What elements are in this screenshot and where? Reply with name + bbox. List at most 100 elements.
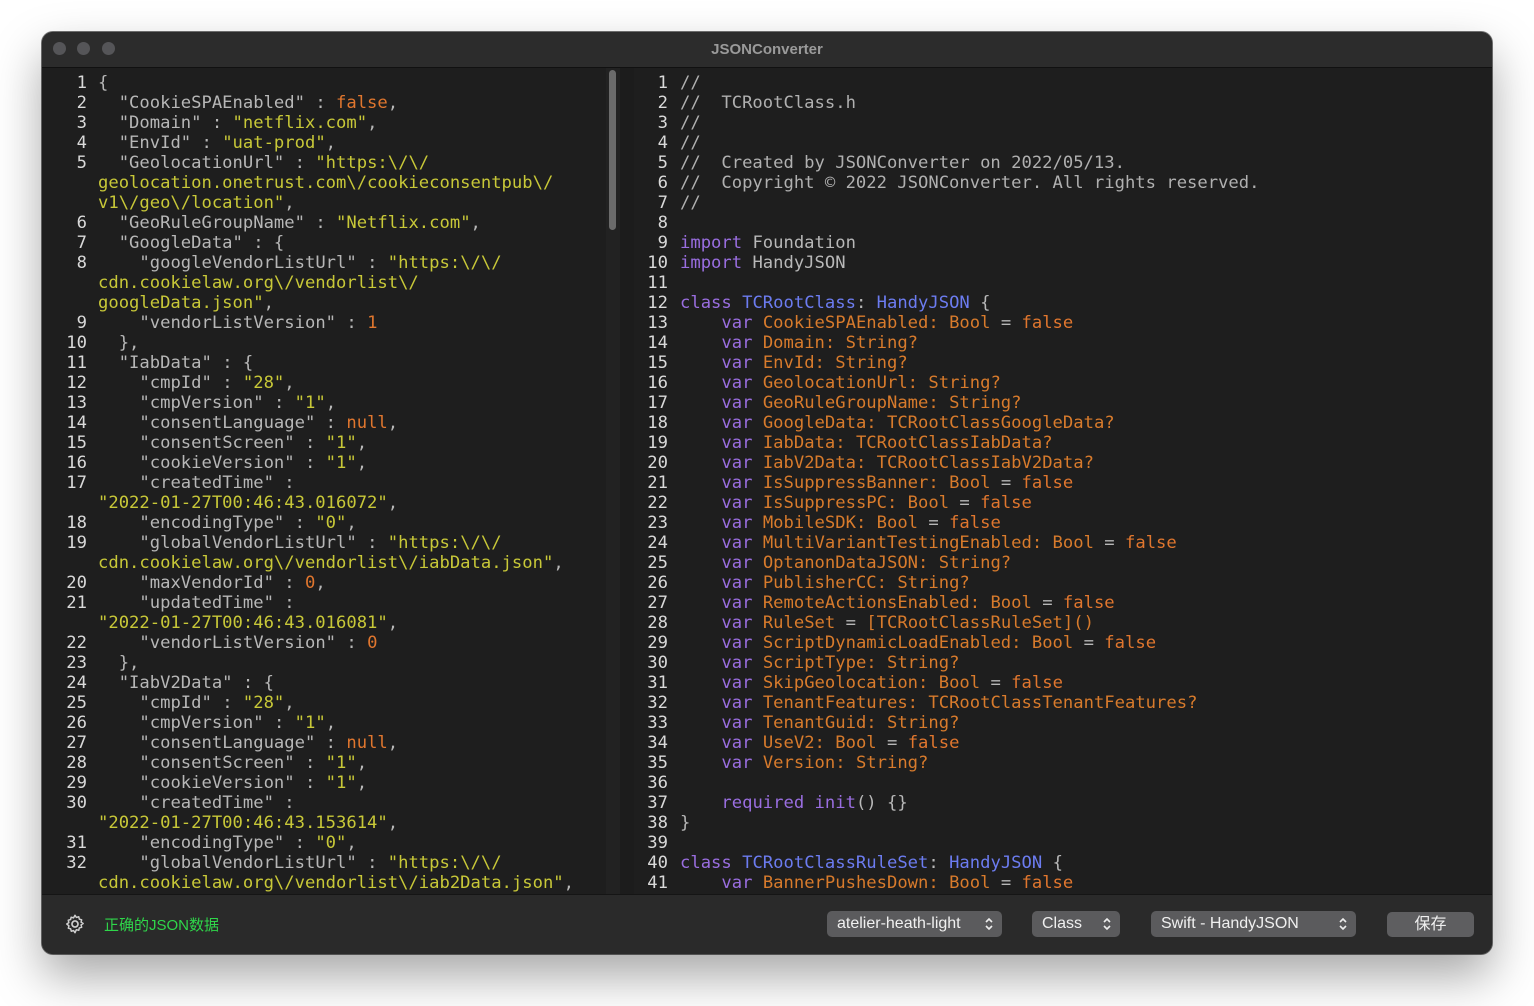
type-select-value: Class xyxy=(1042,915,1083,932)
code-line: 23 var MobileSDK: Bool = false xyxy=(634,513,1492,533)
line-number: 23 xyxy=(647,513,668,533)
line-number: 12 xyxy=(66,373,87,393)
code-line: 9 import Foundation xyxy=(634,233,1492,253)
line-number: 2 xyxy=(657,93,668,113)
code-line: 38} xyxy=(634,813,1492,833)
line-number: 41 xyxy=(647,873,668,893)
code-text: }, xyxy=(98,333,140,353)
code-text: required init() {} xyxy=(721,793,908,813)
line-number: 10 xyxy=(66,333,87,353)
code-text: var MobileSDK: Bool = false xyxy=(721,513,1001,533)
line-number: 34 xyxy=(647,733,668,753)
code-line: 24 var MultiVariantTestingEnabled: Bool … xyxy=(634,533,1492,553)
pane-splitter[interactable] xyxy=(620,68,634,923)
line-number: 22 xyxy=(66,633,87,653)
line-number: 39 xyxy=(647,833,668,853)
code-line: 25 var OptanonDataJSON: String? xyxy=(634,553,1492,573)
code-text: var TenantGuid: String? xyxy=(721,713,960,733)
code-text: var MultiVariantTestingEnabled: Bool = f… xyxy=(721,533,1177,553)
line-number: 27 xyxy=(66,733,87,753)
code-text: }, xyxy=(98,653,140,673)
line-number: 24 xyxy=(66,673,87,693)
line-number: 19 xyxy=(647,433,668,453)
code-line: 41 var BannerPushesDown: Bool = false xyxy=(634,873,1492,893)
json-input-editor[interactable]: 1{2 "CookieSPAEnabled" : false, 3 "Domain… xyxy=(42,68,606,923)
code-line: 14 "consentLanguage" : null, xyxy=(42,413,606,433)
line-number: 31 xyxy=(66,833,87,853)
code-line: 3 "Domain" : "netflix.com", xyxy=(42,113,606,133)
code-output-editor[interactable]: 1 // 2 // TCRootClass.h 3 // 4 // 5 // Created by… xyxy=(634,68,1492,923)
line-number: 27 xyxy=(647,593,668,613)
line-number: 16 xyxy=(647,373,668,393)
line-number: 16 xyxy=(66,453,87,473)
updown-chevron-icon xyxy=(1103,917,1111,931)
updown-chevron-icon xyxy=(985,917,993,931)
code-line: 27 "consentLanguage" : null, xyxy=(42,733,606,753)
code-line: 12 class TCRootClass: HandyJSON { xyxy=(634,293,1492,313)
code-text: // xyxy=(680,193,701,213)
code-line: 35 var Version: String? xyxy=(634,753,1492,773)
code-text: "cookieVersion" : "1", xyxy=(139,773,368,793)
theme-select-value: atelier-heath-light xyxy=(837,915,961,932)
line-number: 17 xyxy=(66,473,87,493)
code-text: "cmpVersion" : "1", xyxy=(139,713,337,733)
line-number: 15 xyxy=(66,433,87,453)
language-select-value: Swift - HandyJSON xyxy=(1161,915,1299,932)
theme-select[interactable]: atelier-heath-light xyxy=(827,911,1002,937)
code-text: "GoogleData" : { xyxy=(118,233,285,253)
code-line: 24 "IabV2Data" : { xyxy=(42,673,606,693)
line-number: 1 xyxy=(76,73,87,93)
code-line: 29 "cookieVersion" : "1", xyxy=(42,773,606,793)
line-number: 25 xyxy=(66,693,87,713)
line-number: 33 xyxy=(647,713,668,733)
code-line: 8 "googleVendorListUrl" : "https:\/\/ cd… xyxy=(42,253,606,313)
code-line: 26 var PublisherCC: String? xyxy=(634,573,1492,593)
window-title: JSONConverter xyxy=(711,41,823,58)
code-text: var OptanonDataJSON: String? xyxy=(721,553,1012,573)
code-line: 4 "EnvId" : "uat-prod", xyxy=(42,133,606,153)
code-line: 17 var GeoRuleGroupName: String? xyxy=(634,393,1492,413)
code-line: 37 required init() {} xyxy=(634,793,1492,813)
line-number: 20 xyxy=(66,573,87,593)
code-line: 7 "GoogleData" : { xyxy=(42,233,606,253)
code-text: "cmpVersion" : "1", xyxy=(139,393,337,413)
code-text: "vendorListVersion" : 1 xyxy=(139,313,378,333)
line-number: 5 xyxy=(76,153,87,173)
json-input-scroll-thumb[interactable] xyxy=(609,70,616,230)
code-text: "googleVendorListUrl" : "https:\/\/ cdn.… xyxy=(98,253,502,313)
code-text: var UseV2: Bool = false xyxy=(721,733,960,753)
code-text: "consentScreen" : "1", xyxy=(139,433,368,453)
code-line: 29 var ScriptDynamicLoadEnabled: Bool = … xyxy=(634,633,1492,653)
save-button[interactable]: 保存 xyxy=(1387,912,1474,937)
type-select[interactable]: Class xyxy=(1032,911,1120,937)
line-number: 21 xyxy=(66,593,87,613)
code-text: "IabData" : { xyxy=(118,353,254,373)
line-number: 31 xyxy=(647,673,668,693)
code-line: 1{ xyxy=(42,73,606,93)
code-text: var ScriptType: String? xyxy=(721,653,960,673)
code-line: 28 "consentScreen" : "1", xyxy=(42,753,606,773)
code-text: "cmpId" : "28", xyxy=(139,693,295,713)
line-number: 30 xyxy=(647,653,668,673)
code-text: // Copyright © 2022 JSONConverter. All r… xyxy=(680,173,1260,193)
line-number: 8 xyxy=(76,253,87,273)
gear-icon[interactable] xyxy=(64,913,86,935)
code-line: 18 "encodingType" : "0", xyxy=(42,513,606,533)
code-line: 4 // xyxy=(634,133,1492,153)
code-line: 11 "IabData" : { xyxy=(42,353,606,373)
line-number: 6 xyxy=(657,173,668,193)
language-select[interactable]: Swift - HandyJSON xyxy=(1151,911,1356,937)
code-text: // xyxy=(680,133,701,153)
code-text: var GoogleData: TCRootClassGoogleData? xyxy=(721,413,1115,433)
code-line: 31 var SkipGeolocation: Bool = false xyxy=(634,673,1492,693)
code-line: 7 // xyxy=(634,193,1492,213)
code-text: } xyxy=(680,813,691,833)
code-text: "cmpId" : "28", xyxy=(139,373,295,393)
line-number: 12 xyxy=(647,293,668,313)
code-text: var TenantFeatures: TCRootClassTenantFea… xyxy=(721,693,1198,713)
code-text: var ScriptDynamicLoadEnabled: Bool = fal… xyxy=(721,633,1157,653)
code-line: 19 "globalVendorListUrl" : "https:\/\/ c… xyxy=(42,533,606,573)
code-line: 18 var GoogleData: TCRootClassGoogleData… xyxy=(634,413,1492,433)
code-text: var GeoRuleGroupName: String? xyxy=(721,393,1022,413)
bottom-toolbar: 正确的JSON数据 atelier-heath-light Class Swif… xyxy=(42,894,1492,954)
